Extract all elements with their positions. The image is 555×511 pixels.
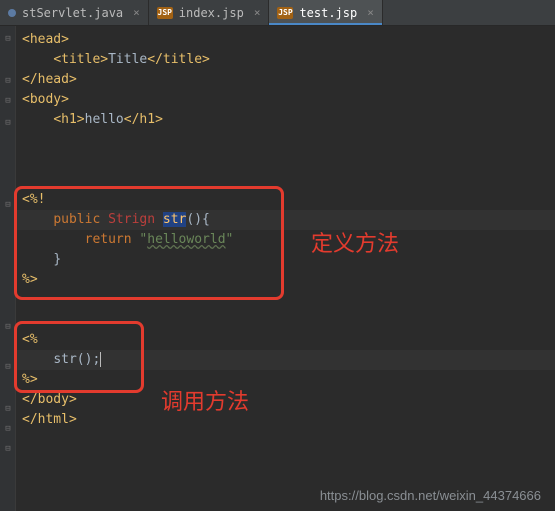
jsp-icon: JSP: [157, 7, 173, 19]
tab-label: stServlet.java: [22, 6, 123, 20]
code-line: %>: [16, 270, 555, 290]
java-icon: [8, 9, 16, 17]
close-icon[interactable]: ×: [367, 6, 374, 19]
code-line: <head>: [16, 30, 555, 50]
code-line: [16, 310, 555, 330]
fold-icon[interactable]: ⊟: [3, 200, 13, 210]
code-line: </html>: [16, 410, 555, 430]
code-line: <body>: [16, 90, 555, 110]
code-line: </head>: [16, 70, 555, 90]
fold-icon[interactable]: ⊟: [3, 96, 13, 106]
jsp-icon: JSP: [277, 7, 293, 19]
tab-index-jsp[interactable]: JSP index.jsp ×: [149, 0, 270, 25]
code-line: <h1>hello</h1>: [16, 110, 555, 130]
gutter: ⊟ ⊟ ⊟ ⊟ ⊟ ⊟ ⊟ ⊟ ⊟ ⊟: [0, 26, 16, 511]
tab-label: index.jsp: [179, 6, 244, 20]
code-line: <title>Title</title>: [16, 50, 555, 70]
code-line: <%: [16, 330, 555, 350]
fold-icon[interactable]: ⊟: [3, 362, 13, 372]
code-line: [16, 170, 555, 190]
tab-servlet-java[interactable]: stServlet.java ×: [0, 0, 149, 25]
code-line: %>: [16, 370, 555, 390]
code-line: str();: [16, 350, 555, 370]
code-line: [16, 130, 555, 150]
editor-tabs: stServlet.java × JSP index.jsp × JSP tes…: [0, 0, 555, 26]
fold-icon[interactable]: ⊟: [3, 76, 13, 86]
fold-icon[interactable]: ⊟: [3, 444, 13, 454]
code-line: public Strign str(){: [16, 210, 555, 230]
close-icon[interactable]: ×: [133, 6, 140, 19]
fold-icon[interactable]: ⊟: [3, 322, 13, 332]
code-line: [16, 150, 555, 170]
close-icon[interactable]: ×: [254, 6, 261, 19]
code-line: return "helloworld": [16, 230, 555, 250]
tab-label: test.jsp: [299, 6, 357, 20]
code-area[interactable]: <head> <title>Title</title> </head> <bod…: [16, 26, 555, 511]
code-line: <%!: [16, 190, 555, 210]
tab-test-jsp[interactable]: JSP test.jsp ×: [269, 0, 382, 25]
watermark: https://blog.csdn.net/weixin_44374666: [320, 488, 541, 503]
fold-icon[interactable]: ⊟: [3, 424, 13, 434]
code-line: }: [16, 250, 555, 270]
fold-icon[interactable]: ⊟: [3, 404, 13, 414]
code-line: </body>: [16, 390, 555, 410]
fold-icon[interactable]: ⊟: [3, 34, 13, 44]
code-line: [16, 290, 555, 310]
editor-area: ⊟ ⊟ ⊟ ⊟ ⊟ ⊟ ⊟ ⊟ ⊟ ⊟ <head> <title>Title<…: [0, 26, 555, 511]
fold-icon[interactable]: ⊟: [3, 118, 13, 128]
